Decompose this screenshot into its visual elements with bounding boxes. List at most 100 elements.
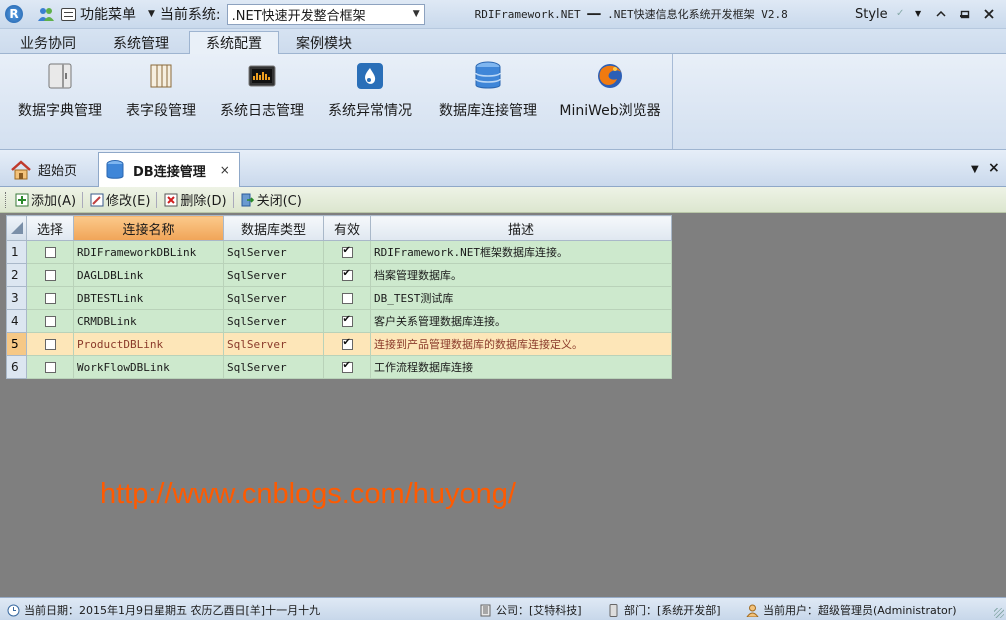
- log-icon: [246, 60, 278, 92]
- ribbon-button-label: 系统异常情况: [328, 103, 412, 119]
- current-date: 当前日期：2015年1月9日星期五 农历乙酉日[羊]十一月十九: [7, 602, 320, 618]
- db-type-cell[interactable]: SqlServer: [223, 240, 324, 264]
- row-number[interactable]: 1: [6, 240, 27, 264]
- db-type-cell[interactable]: SqlServer: [223, 286, 324, 310]
- app-logo-icon[interactable]: R: [5, 5, 23, 23]
- connection-name-cell[interactable]: WorkFlowDBLink: [73, 355, 224, 379]
- system-exception-button[interactable]: 系统异常情况: [324, 60, 416, 124]
- select-all-corner[interactable]: [6, 215, 27, 241]
- row-number[interactable]: 5: [6, 332, 27, 356]
- add-button[interactable]: 添加(A): [14, 190, 76, 209]
- miniweb-browser-button[interactable]: MiniWeb浏览器: [556, 60, 664, 124]
- column-header-select[interactable]: 选择: [26, 215, 74, 241]
- current-user-text: 当前用户：超级管理员(Administrator): [763, 604, 957, 617]
- description-cell[interactable]: DB_TEST测试库: [370, 286, 672, 310]
- tab-system-configuration[interactable]: 系统配置: [189, 31, 279, 54]
- chevron-down-icon[interactable]: ▼: [148, 9, 155, 19]
- table-row[interactable]: 1 RDIFrameworkDBLinkSqlServer RDIFramework…: [6, 240, 672, 264]
- close-button[interactable]: 关闭(C): [240, 190, 302, 209]
- tab-start-page[interactable]: 超始页: [6, 152, 96, 187]
- resize-grip[interactable]: [994, 608, 1004, 618]
- description-cell[interactable]: RDIFramework.NET框架数据库连接。: [370, 240, 672, 264]
- close-icon[interactable]: ×: [220, 163, 230, 177]
- table-fields-button[interactable]: 表字段管理: [122, 60, 200, 124]
- current-system-select[interactable]: .NET快速开发整合框架 ▼: [226, 3, 425, 25]
- close-tab-icon[interactable]: ×: [988, 160, 1000, 176]
- home-icon: [10, 159, 32, 180]
- connection-name-cell[interactable]: RDIFrameworkDBLink: [73, 240, 224, 264]
- description-cell[interactable]: 连接到产品管理数据库的数据库连接定义。: [370, 332, 672, 356]
- tab-label: 超始页: [38, 164, 78, 179]
- valid-checkbox[interactable]: [341, 293, 353, 304]
- select-checkbox[interactable]: [44, 270, 56, 281]
- row-number[interactable]: 4: [6, 309, 27, 333]
- data-dictionary-button[interactable]: 数据字典管理: [14, 60, 106, 124]
- tab-business-collaboration[interactable]: 业务协同: [8, 31, 88, 54]
- toolbar-separator: [82, 191, 84, 208]
- db-type-cell[interactable]: SqlServer: [223, 263, 324, 287]
- row-number[interactable]: 6: [6, 355, 27, 379]
- column-header-valid[interactable]: 有效: [323, 215, 371, 241]
- close-window-button[interactable]: [982, 8, 996, 20]
- system-log-button[interactable]: 系统日志管理: [216, 60, 308, 124]
- description-cell[interactable]: 工作流程数据库连接: [370, 355, 672, 379]
- select-checkbox[interactable]: [44, 362, 56, 373]
- grid-header-row: 选择 连接名称 数据库类型 有效 描述: [6, 215, 672, 241]
- valid-checkbox[interactable]: [341, 314, 353, 327]
- tab-system-management[interactable]: 系统管理: [98, 31, 184, 54]
- chevron-down-icon[interactable]: ▼: [915, 9, 921, 18]
- valid-cell: [323, 332, 371, 356]
- table-row[interactable]: 5 ProductDBLinkSqlServer 连接到产品管理数据库的数据库连接定…: [6, 332, 672, 356]
- select-cell: [26, 263, 74, 287]
- valid-checkbox[interactable]: [341, 360, 353, 373]
- select-checkbox[interactable]: [44, 316, 56, 327]
- table-row[interactable]: 6 WorkFlowDBLinkSqlServer 工作流程数据库连接: [6, 355, 672, 379]
- valid-checkbox[interactable]: [341, 337, 353, 350]
- database-icon: [472, 60, 504, 92]
- ribbon-panel: 数据字典管理 表字段管理 系统日志管理 系统异常情况 数据库连接管理 MiniW…: [0, 54, 1006, 150]
- function-menu-icon[interactable]: [61, 7, 76, 21]
- restore-button[interactable]: [958, 8, 972, 20]
- delete-button[interactable]: 删除(D): [163, 190, 227, 209]
- description-cell[interactable]: 档案管理数据库。: [370, 263, 672, 287]
- db-type-cell[interactable]: SqlServer: [223, 309, 324, 333]
- connection-name-cell[interactable]: CRMDBLink: [73, 309, 224, 333]
- select-cell: [26, 309, 74, 333]
- tab-db-connection-management[interactable]: DB连接管理 ×: [98, 152, 240, 187]
- db-type-cell[interactable]: SqlServer: [223, 332, 324, 356]
- select-cell: [26, 332, 74, 356]
- function-menu[interactable]: 功能菜单: [80, 4, 136, 24]
- current-date-text: 当前日期：2015年1月9日星期五 农历乙酉日[羊]十一月十九: [24, 604, 321, 617]
- column-header-db-type[interactable]: 数据库类型: [223, 215, 324, 241]
- select-checkbox[interactable]: [44, 293, 56, 304]
- column-header-description[interactable]: 描述: [370, 215, 672, 241]
- column-header-connection-name[interactable]: 连接名称: [73, 215, 224, 241]
- valid-checkbox[interactable]: [341, 245, 353, 258]
- select-checkbox[interactable]: [44, 339, 56, 350]
- table-row[interactable]: 3 DBTESTLink SqlServer DB_TEST测试库: [6, 286, 672, 310]
- company: 公司：[艾特科技]: [479, 602, 582, 618]
- tab-case-modules[interactable]: 案例模块: [284, 31, 364, 54]
- select-checkbox[interactable]: [44, 247, 56, 258]
- collapse-ribbon-button[interactable]: [934, 8, 948, 20]
- table-row[interactable]: 4 CRMDBLinkSqlServer 客户关系管理数据库连接。: [6, 309, 672, 333]
- table-row[interactable]: 2 DAGLDBLinkSqlServer 档案管理数据库。: [6, 263, 672, 287]
- connection-name-cell[interactable]: DAGLDBLink: [73, 263, 224, 287]
- valid-checkbox[interactable]: [341, 268, 353, 281]
- valid-cell: [323, 263, 371, 287]
- connection-name-cell[interactable]: DBTESTLink: [73, 286, 224, 310]
- table-fields-icon: [145, 60, 177, 92]
- style-menu[interactable]: Style: [855, 7, 888, 22]
- description-cell[interactable]: 客户关系管理数据库连接。: [370, 309, 672, 333]
- db-type-cell[interactable]: SqlServer: [223, 355, 324, 379]
- add-label: 添加(A): [31, 194, 77, 209]
- db-connection-button[interactable]: 数据库连接管理: [434, 60, 542, 124]
- tab-list-dropdown-icon[interactable]: ▼: [971, 164, 979, 175]
- users-icon[interactable]: [37, 6, 55, 22]
- check-icon: ✓: [896, 8, 905, 19]
- row-number[interactable]: 2: [6, 263, 27, 287]
- toolbar-grip[interactable]: [5, 191, 8, 208]
- row-number[interactable]: 3: [6, 286, 27, 310]
- connection-name-cell[interactable]: ProductDBLink: [73, 332, 224, 356]
- edit-button[interactable]: 修改(E): [89, 190, 150, 209]
